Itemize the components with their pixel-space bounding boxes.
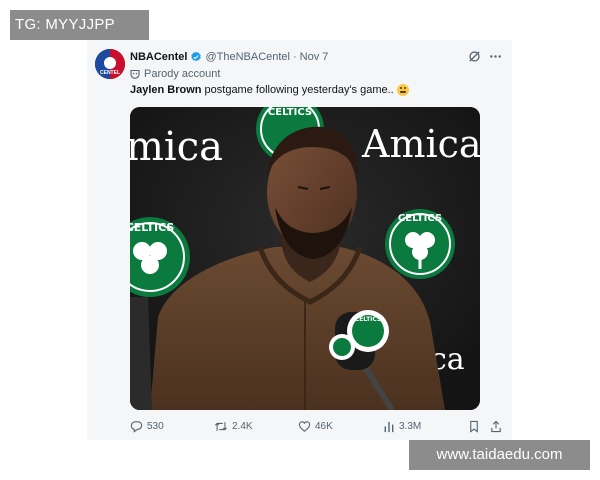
celtics-logo-top-text: CELTICS	[268, 107, 312, 118]
share-icon	[491, 420, 501, 432]
views-button[interactable]: 3.3M	[383, 418, 421, 434]
repost-button[interactable]: 2.4K	[214, 418, 253, 434]
heart-icon	[298, 420, 311, 432]
celtics-logo-left-text: CELTICS	[130, 221, 174, 234]
watermark-bottom-right: www.taidaedu.com	[409, 440, 590, 470]
reply-button[interactable]: 530	[130, 418, 164, 434]
parody-label: Parody account	[130, 67, 220, 81]
watermark-top-left: TG: MYYJJPP	[10, 10, 149, 40]
tweet-text-bold: Jaylen Brown	[130, 84, 202, 96]
share-button[interactable]	[490, 418, 502, 434]
avatar[interactable]: CENTEL	[95, 49, 125, 79]
tweet-header: NBACentel @TheNBACentel · Nov 7	[130, 49, 328, 64]
like-button[interactable]: 46K	[298, 418, 333, 434]
tweet-media[interactable]: mica Amica ca CELTICS CELTICS CELTICS CE…	[130, 107, 480, 410]
reply-count: 530	[147, 420, 164, 432]
reply-icon	[130, 420, 143, 433]
more-options-icon[interactable]	[489, 50, 502, 63]
repost-count: 2.4K	[232, 420, 253, 432]
tweet-text-rest: postgame following yesterday's game..	[204, 84, 394, 96]
tweet-date[interactable]: Nov 7	[300, 51, 329, 63]
grok-icon[interactable]	[468, 50, 481, 63]
tweet-card[interactable]: CENTEL NBACentel @TheNBACentel · Nov 7 P…	[87, 40, 512, 440]
bookmark-icon	[470, 420, 478, 433]
engagement-bar: 530 2.4K 46K 3.3M	[130, 418, 504, 434]
grimacing-face-emoji-icon	[396, 84, 409, 96]
header-separator: ·	[293, 50, 297, 63]
celtics-logo-right: CELTICS	[385, 209, 455, 279]
view-count: 3.3M	[399, 420, 422, 432]
like-count: 46K	[315, 420, 333, 432]
bar-chart-icon	[384, 421, 394, 432]
backdrop-sponsor-left: mica	[130, 124, 223, 170]
tweet-text: Jaylen Brown postgame following yesterda…	[130, 84, 409, 96]
top-actions	[468, 50, 502, 63]
handle[interactable]: @TheNBACentel	[205, 51, 290, 63]
avatar-ball	[104, 57, 116, 69]
bookmark-button[interactable]	[468, 418, 480, 434]
parody-mask-icon	[130, 69, 140, 79]
press-conference-photo: mica Amica ca CELTICS CELTICS CELTICS CE…	[130, 107, 480, 410]
avatar-label: CENTEL	[100, 70, 120, 76]
repost-icon	[214, 421, 228, 431]
celtics-logo-right-text: CELTICS	[398, 213, 442, 224]
backdrop-sponsor-right: Amica	[361, 122, 480, 166]
verified-badge-icon	[191, 51, 202, 61]
parody-text: Parody account	[144, 68, 221, 80]
display-name[interactable]: NBACentel	[130, 51, 187, 63]
microphone-logo-text: CELTICS	[355, 316, 382, 323]
